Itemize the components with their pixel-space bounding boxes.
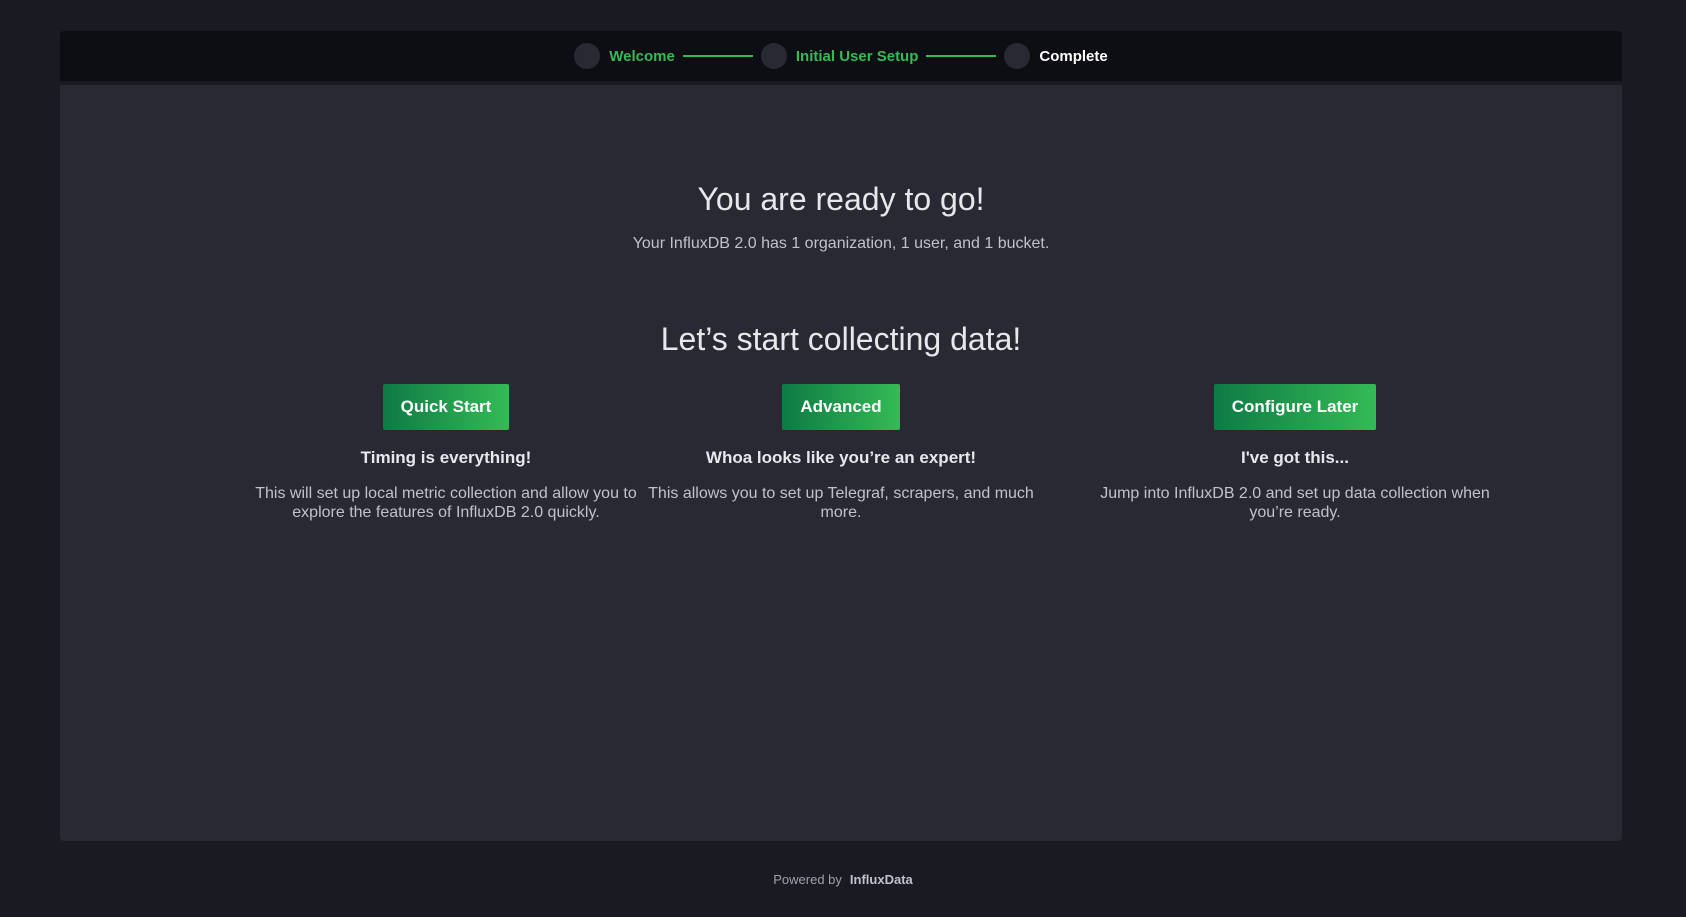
step-connector <box>926 55 997 57</box>
influxdata-logo[interactable]: InfluxData <box>850 872 913 887</box>
option-configure-later: Configure Later I've got this... Jump in… <box>1085 384 1505 522</box>
step-complete[interactable]: Complete <box>1004 43 1108 69</box>
quick-start-button[interactable]: Quick Start <box>382 384 510 430</box>
step-connector <box>682 55 753 57</box>
collect-data-title: Let’s start collecting data! <box>660 321 1022 357</box>
option-heading: Timing is everything! <box>360 448 532 467</box>
configure-later-button[interactable]: Configure Later <box>1213 384 1377 430</box>
step-circle-icon <box>760 43 787 69</box>
onboarding-wizard: Welcome Initial User Setup Complete You … <box>60 31 1622 841</box>
step-label-initial-user-setup: Initial User Setup <box>795 47 919 65</box>
ready-subtitle: Your InfluxDB 2.0 has 1 organization, 1 … <box>632 235 1050 252</box>
footer: Powered by InfluxData <box>0 872 1686 887</box>
step-label-welcome: Welcome <box>609 47 675 65</box>
stepper-track: Welcome Initial User Setup Complete <box>60 31 1622 81</box>
option-description: Jump into InfluxDB 2.0 and set up data c… <box>1100 485 1490 521</box>
ready-title: You are ready to go! <box>697 181 985 217</box>
advanced-button[interactable]: Advanced <box>782 384 900 430</box>
step-welcome[interactable]: Welcome <box>574 43 675 69</box>
step-circle-icon <box>1004 43 1031 69</box>
step-circle-icon <box>574 43 601 69</box>
option-description: This allows you to set up Telegraf, scra… <box>648 485 1034 521</box>
option-heading: I've got this... <box>1241 448 1349 467</box>
option-quick-start: Quick Start Timing is everything! This w… <box>236 384 656 522</box>
progress-stepper: Welcome Initial User Setup Complete <box>60 31 1622 81</box>
step-initial-user-setup[interactable]: Initial User Setup <box>760 43 919 69</box>
completion-panel: You are ready to go! Your InfluxDB 2.0 h… <box>60 85 1622 841</box>
option-heading: Whoa looks like you’re an expert! <box>705 448 977 467</box>
step-label-complete: Complete <box>1039 47 1108 65</box>
powered-by-label: Powered by <box>773 872 842 887</box>
option-description: This will set up local metric collection… <box>255 485 637 521</box>
option-advanced: Advanced Whoa looks like you’re an exper… <box>631 384 1051 522</box>
